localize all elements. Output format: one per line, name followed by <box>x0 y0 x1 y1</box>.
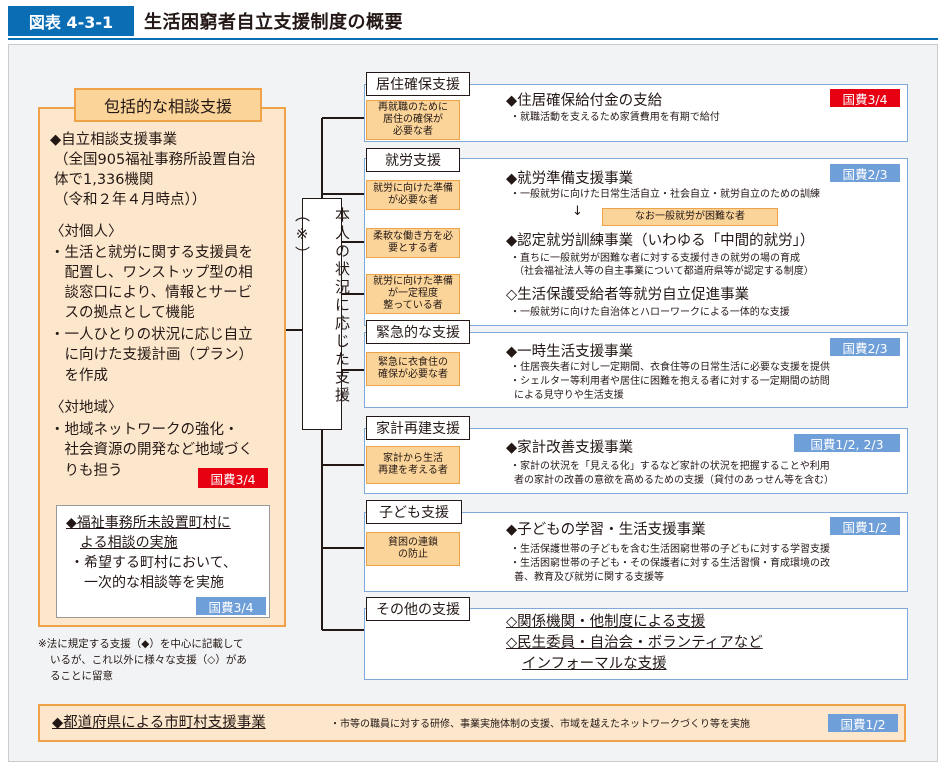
subsidy-badge-towns: 国費3/4 <box>196 597 266 615</box>
household-improvement-title: ◆家計改善支援事業 <box>506 440 634 456</box>
temporary-living-desc-3: による見守りや生活支援 <box>514 390 624 401</box>
certified-training-title: ◆認定就労訓練事業（いわゆる「中間的就労」） <box>506 233 815 249</box>
child-learning-title: ◆子どもの学習・生活支援事業 <box>506 522 706 538</box>
subsidy-badge-prefectural: 国費1/2 <box>828 714 898 732</box>
subsidy-badge-household: 国費1/2, 2/3 <box>794 434 900 452</box>
employment-condition-1-line-2: が必要な者 <box>388 195 438 206</box>
household-condition-line-2: 再建を考える者 <box>378 465 448 476</box>
housing-condition-line-3: 必要な者 <box>393 126 433 137</box>
employment-condition-1: 就労に向けた準備 が必要な者 <box>366 180 460 210</box>
child-condition-line-2: の防止 <box>398 549 428 560</box>
household-improvement-desc-2: 者の家計の改善の意欲を高めるための支援（貸付のあっせん等を含む） <box>514 475 834 486</box>
unserved-towns-title-1: ◆福祉事務所未設置町村に <box>66 515 231 531</box>
household-condition-line-1: 家計から生活 <box>383 453 443 464</box>
emergency-condition-line-1: 緊急に衣食住の <box>378 357 448 368</box>
child-condition: 貧困の連鎖 の防止 <box>366 532 460 566</box>
employment-condition-3: 就労に向けた準備 が一定程度 整っている者 <box>366 274 460 314</box>
comprehensive-consultation-tag: 包括的な相談支援 <box>74 88 262 122</box>
prefectural-support-desc: ・市等の職員に対する研修、事業実施体制の支援、市域を越えたネットワークづくり等を… <box>330 719 750 730</box>
employment-prep-title: ◆就労準備支援事業 <box>506 171 634 187</box>
individual-line-1: ・生活と就労に関する支援員を <box>50 245 253 261</box>
housing-support-tag: 居住確保支援 <box>366 72 470 96</box>
child-condition-line-1: 貧困の連鎖 <box>388 537 438 548</box>
employment-condition-2: 柔軟な働き方を必 要とする者 <box>366 228 460 258</box>
temporary-living-title: ◆一時生活支援事業 <box>506 344 634 360</box>
temporary-living-desc-2: ・シェルター等利用者や居住に困難を抱える者に対する一定期間の訪問 <box>510 376 830 387</box>
temporary-living-desc-1: ・住居喪失者に対し一定期間、衣食住等の日常生活に必要な支援を提供 <box>510 362 830 373</box>
household-condition: 家計から生活 再建を考える者 <box>366 446 460 484</box>
subsidy-badge-employment: 国費2/3 <box>830 164 900 182</box>
housing-condition-line-2: 居住の確保が <box>383 114 443 125</box>
subsidy-badge-housing: 国費3/4 <box>830 89 900 107</box>
employment-support-tag: 就労支援 <box>366 148 460 172</box>
subsidy-badge-emergency: 国費2/3 <box>830 338 900 356</box>
difficult-employment-note: なお一般就労が困難な者 <box>602 208 778 226</box>
unserved-towns-title-2: よる相談の実施 <box>80 535 178 551</box>
individual-line-6: に向けた支援計画（プラン） <box>50 347 253 363</box>
housing-condition: 再就職のために 居住の確保が 必要な者 <box>366 100 460 140</box>
detail-line-3: （令和２年４月時点）） <box>54 192 207 208</box>
housing-condition-line-1: 再就職のために <box>378 102 448 113</box>
other-support-line-2: ◇民生委員・自治会・ボランティアなど <box>506 635 763 651</box>
child-learning-desc-2: ・生活困窮世帯の子ども・その保護者に対する生活習慣・育成環境の改 <box>510 558 830 569</box>
region-line-3: りも担う <box>50 463 123 479</box>
emergency-condition-line-2: 確保が必要な者 <box>378 369 448 380</box>
individual-heading: 〈対個人〉 <box>50 224 123 240</box>
welfare-recipient-employment-title: ◇生活保護受給者等就労自立促進事業 <box>506 287 750 303</box>
housing-desc-1: ・就職活動を支えるため家賃費用を有期で給付 <box>510 112 720 123</box>
employment-condition-3-line-3: 整っている者 <box>383 300 443 311</box>
prefectural-support-title: ◆都道府県による市町村支援事業 <box>52 715 266 731</box>
other-support-tag: その他の支援 <box>366 597 470 621</box>
unserved-towns-line-2: 一次的な相談等を実施 <box>84 575 224 591</box>
employment-condition-2-line-2: 要とする者 <box>388 243 438 254</box>
employment-condition-1-line-1: 就労に向けた準備 <box>373 183 453 194</box>
individual-line-5: ・一人ひとりの状況に応じ自立 <box>50 327 253 343</box>
footnote-line-1: ※法に規定する支援（◆）を中心に記載して <box>38 638 244 650</box>
household-finance-tag: 家計再建支援 <box>366 416 470 440</box>
housing-title: ◆住居確保給付金の支給 <box>506 93 663 109</box>
individual-line-7: を作成 <box>50 368 108 384</box>
self-reliance-consultation-title: ◆自立相談支援事業 <box>50 132 178 148</box>
individual-line-3: 談窓口により、情報とサービ <box>50 285 253 301</box>
other-support-line-1: ◇関係機関・他制度による支援 <box>506 614 706 630</box>
subsidy-badge-left: 国費3/4 <box>198 468 268 488</box>
child-support-tag: 子ども支援 <box>366 500 462 524</box>
emergency-condition: 緊急に衣食住の 確保が必要な者 <box>366 352 460 386</box>
footnote-line-3: ることに留意 <box>50 670 113 682</box>
individual-line-2: 配置し、ワンストップ型の相 <box>50 265 253 281</box>
other-support-line-3: インフォーマルな支援 <box>522 656 667 672</box>
emergency-support-tag: 緊急的な支援 <box>366 320 470 344</box>
down-arrow-icon: ↓ <box>572 204 583 219</box>
unserved-towns-line-1: ・希望する町村において、 <box>70 555 237 571</box>
certified-training-desc-2: （社会福祉法人等の自主事業について都道府県等が認定する制度） <box>514 266 814 277</box>
child-learning-desc-3: 善、教育及び就労に関する支援等 <box>514 572 664 583</box>
person-based-support-box: 本人の状況に応じた支援（※） <box>293 198 351 430</box>
welfare-recipient-employment-desc-1: ・一般就労に向けた自治体とハローワークによる一体的な支援 <box>510 307 790 318</box>
household-improvement-desc-1: ・家計の状況を「見える化」するなど家計の状況を把握することや利用 <box>510 461 830 472</box>
employment-condition-3-line-2: が一定程度 <box>388 288 438 299</box>
child-learning-desc-1: ・生活保護世帯の子どもを含む生活困窮世帯の子どもに対する学習支援 <box>510 544 830 555</box>
detail-line-2: 体で1,336機関 <box>54 172 154 188</box>
region-heading: 〈対地域〉 <box>50 400 123 416</box>
subsidy-badge-child: 国費1/2 <box>830 517 900 535</box>
region-line-1: ・地域ネットワークの強化・ <box>50 422 239 438</box>
individual-line-4: スの拠点として機能 <box>50 305 195 321</box>
certified-training-desc-1: ・直ちに一般就労が困難な者に対する支援付きの就労の場の育成 <box>510 253 800 264</box>
region-line-2: 社会資源の開発など地域づく <box>50 442 253 458</box>
employment-prep-desc-1: ・一般就労に向けた日常生活自立・社会自立・就労自立のための訓練 <box>510 189 820 200</box>
employment-condition-3-line-1: 就労に向けた準備 <box>373 276 453 287</box>
footnote-line-2: いるが、これ以外に様々な支援（◇）があ <box>50 654 247 666</box>
detail-line-1: （全国905福祉事務所設置自治 <box>54 152 256 168</box>
employment-condition-2-line-1: 柔軟な働き方を必 <box>373 231 453 242</box>
